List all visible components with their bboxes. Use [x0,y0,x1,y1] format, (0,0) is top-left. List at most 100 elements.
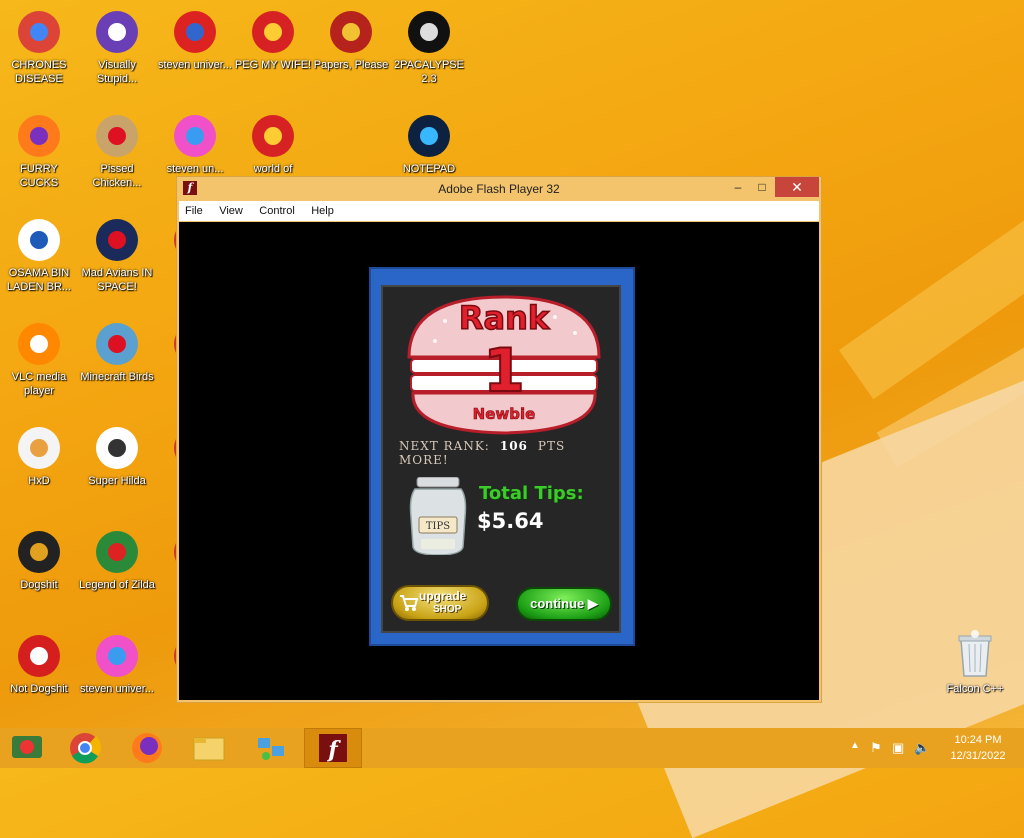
pixel-character-icon [93,424,141,472]
desktop-icon-label: steven univer... [158,59,232,71]
taskbar-firefox[interactable] [118,728,176,768]
rank-panel: Rank 1 Newbie NEXT RANK: 106 PTS MORE! TIP… [369,267,635,646]
obama-logo-icon [15,216,63,264]
desktop-icon-label: Super Hilda [88,475,146,487]
taskbar-chrome[interactable] [56,728,114,768]
desktop-icon-label: CHRONES DISEASE [11,59,67,85]
desktop-icon-label: Dogshit [20,579,58,591]
papa-louie-icon [249,8,297,56]
recycle-bin-icon [958,630,992,677]
desktop-icon-label: steven univer... [80,683,154,695]
taskbar-flash-player[interactable]: f [304,728,362,768]
flag-icon[interactable]: ⚑ [870,740,882,756]
rank-panel-inner: Rank 1 Newbie NEXT RANK: 106 PTS MORE! TIP… [381,285,621,633]
desktop-icon[interactable]: steven univer... [78,632,156,696]
firefox-icon [15,112,63,160]
next-rank-points: 106 [499,439,528,453]
desktop-icon-label: Pissed Chicken... [92,163,142,189]
shop-label: SHOP [433,604,462,615]
desktop-icon[interactable]: world of [234,112,312,176]
next-rank-text: NEXT RANK: 106 PTS MORE! [399,439,611,467]
dev-cpp-icon [15,632,63,680]
desktop-icon[interactable]: NOTEPAD [390,112,468,176]
recycle-bin[interactable]: Falcon C++ [938,630,1012,695]
desktop-icon-label: HxD [28,475,50,487]
menu-help[interactable]: Help [305,201,340,221]
desktop-icon-label: FURRY CUCKS [19,163,59,189]
desktop-icon[interactable]: PEG MY WIFE! [234,8,312,72]
clock-date: 12/31/2022 [950,750,1006,762]
desktop-icon[interactable]: Visually Stupid... [78,8,156,86]
desktop-icon-label: Minecraft Birds [80,371,154,383]
menu-control[interactable]: Control [253,201,300,221]
desktop-icon[interactable]: Pissed Chicken... [78,112,156,190]
upgrade-shop-button[interactable]: upgrade SHOP [391,585,489,621]
desktop-icon-label: Not Dogshit [10,683,68,695]
desktop-icon-label: PEG MY WIFE! [234,59,312,71]
cmd-icon [405,8,453,56]
desktop-icon[interactable]: Legend of Zilda [78,528,156,592]
maximize-button[interactable]: □ [749,177,775,197]
total-tips-label: Total Tips: [479,483,584,504]
desktop-icon-label: Mad Avians IN SPACE! [81,267,153,293]
clock[interactable]: 10:24 PM 12/31/2022 [942,732,1014,764]
system-tray: ▲ ⚑ ▣ 🔈 10:24 PM 12/31/2022 [844,728,1024,768]
vlc-icon [15,320,63,368]
desktop-icon-label: 2PACALYPSE 2.3 [394,59,464,85]
mycomputer-icon [12,736,42,758]
desktop-icon[interactable]: Minecraft Birds [78,320,156,384]
papers-please-icon [327,8,375,56]
chrome-icon [70,733,101,764]
rank-burger-badge: Rank 1 Newbie [407,295,601,435]
close-button[interactable]: ✕ [775,177,819,197]
taskbar-mycomputer[interactable] [0,728,58,768]
desktop-icon[interactable]: Dogshit [0,528,78,592]
desktop-icon[interactable]: steven univer... [156,8,234,72]
desktop-icon[interactable]: VLC media player [0,320,78,398]
diamond-icon [93,632,141,680]
desktop-icon[interactable]: Mad Avians IN SPACE! [78,216,156,294]
desktop-icon[interactable]: Super Hilda [78,424,156,488]
window-titlebar[interactable]: f Adobe Flash Player 32 – □ ✕ [177,177,821,201]
desktop-icon-label: steven un... [166,163,224,175]
minimize-button[interactable]: – [725,177,751,197]
network-icon [258,738,284,760]
clock-time: 10:24 PM [954,734,1002,746]
angry-birds-seasons-icon [93,112,141,160]
network-status-icon[interactable]: ▣ [892,740,904,756]
taskbar-network[interactable] [242,728,300,768]
desktop-icon-label: NOTEPAD [402,163,456,175]
desktop-icon[interactable]: FURRY CUCKS [0,112,78,190]
dogshit-icon [15,528,63,576]
taskbar-file-explorer[interactable] [180,728,238,768]
menu-view[interactable]: View [213,201,249,221]
next-rank-prefix: NEXT RANK: [399,439,490,453]
diamond-icon [171,112,219,160]
papa-louie-icon [249,112,297,160]
flash-content-area[interactable]: Rank 1 Newbie NEXT RANK: 106 PTS MORE! TIP… [179,222,819,700]
hxd-icon [15,424,63,472]
total-tips-value: $5.64 [477,509,544,533]
desktop-icon[interactable]: CHRONES DISEASE [0,8,78,86]
desktop-icon[interactable]: HxD [0,424,78,488]
volume-icon[interactable]: 🔈 [914,740,930,756]
angry-birds-space-icon [93,216,141,264]
desktop-wallpaper-stripe [838,120,1024,400]
tips-jar-label: TIPS [426,521,450,532]
desktop-icon-label: Visually Stupid... [96,59,138,85]
continue-button[interactable]: continue ▶ [516,587,612,621]
menu-bar: File View Control Help [179,201,819,221]
rank-number: 1 [483,336,525,406]
menu-file[interactable]: File [179,201,209,221]
desktop-icon-label: OSAMA BIN LADEN BR... [6,267,72,293]
desktop-icon[interactable]: steven un... [156,112,234,176]
file-explorer-icon [193,737,225,761]
desktop-icon[interactable]: Not Dogshit [0,632,78,696]
desktop-icon[interactable]: OSAMA BIN LADEN BR... [0,216,78,294]
chrome-icon [15,8,63,56]
desktop-icon[interactable]: 2PACALYPSE 2.3 [390,8,468,86]
notepad-icon [405,112,453,160]
desktop-icon[interactable]: Papers, Please [312,8,390,72]
flash-player-window: f Adobe Flash Player 32 – □ ✕ File View … [176,176,822,703]
show-hidden-icons-icon[interactable]: ▲ [850,740,860,751]
